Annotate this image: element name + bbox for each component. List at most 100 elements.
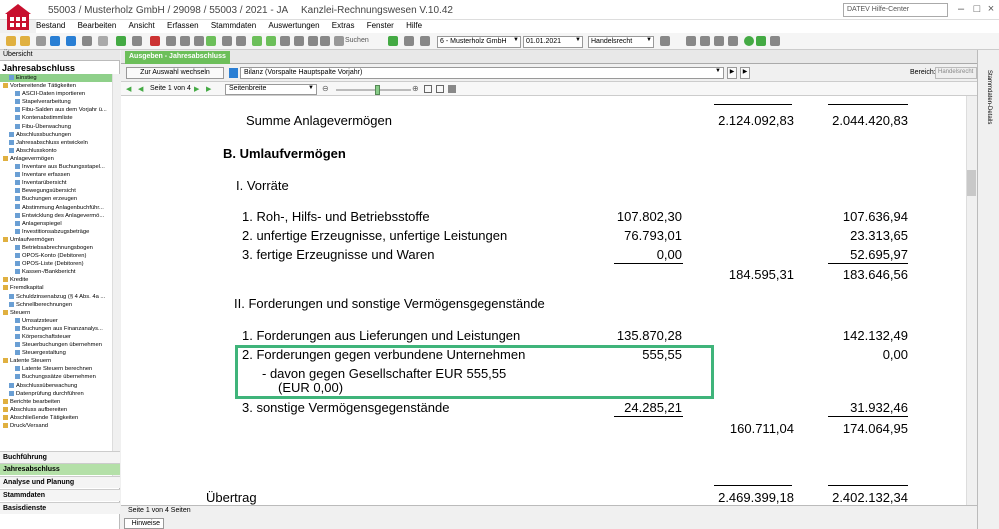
- zoom-select[interactable]: Seitenbreite ▼: [225, 84, 317, 95]
- tree-item[interactable]: Kredite: [0, 276, 112, 284]
- doc2-icon[interactable]: [714, 36, 724, 46]
- tree-item[interactable]: Latente Steuern berechnen: [0, 365, 112, 373]
- tree-item[interactable]: Bewegungsübersicht: [0, 187, 112, 195]
- tree-item[interactable]: Inventarübersicht: [0, 179, 112, 187]
- tree-item[interactable]: Betriebsabrechnungsbogen: [0, 244, 112, 252]
- tree-item[interactable]: Schnellberechnungen: [0, 301, 112, 309]
- tree-item[interactable]: Kontenabstimmliste: [0, 114, 112, 122]
- client-combo[interactable]: 6 - Musterholz GmbH ▼: [437, 36, 521, 48]
- first-page-icon[interactable]: ◀: [126, 85, 131, 93]
- tree-item[interactable]: Entwicklung des Anlagevermö...: [0, 212, 112, 220]
- tab-ausgeben-jahresabschluss[interactable]: Ausgeben - Jahresabschluss: [125, 51, 230, 64]
- save-icon[interactable]: [420, 36, 430, 46]
- tree-scrollbar[interactable]: [112, 74, 120, 488]
- zoom-slider-handle[interactable]: [375, 85, 380, 95]
- menu-stammdaten[interactable]: Stammdaten: [211, 20, 256, 31]
- doc-icon[interactable]: [320, 36, 330, 46]
- tree-item[interactable]: Buchungssätze übernehmen: [0, 373, 112, 381]
- tree-item[interactable]: Steuern: [0, 309, 112, 317]
- menu-bearbeiten[interactable]: Bearbeiten: [78, 20, 117, 31]
- tree-item[interactable]: Datenprüfung durchführen: [0, 390, 112, 398]
- stammdaten-details-tab[interactable]: Stammdaten-Details: [986, 70, 992, 124]
- help-center-search-input[interactable]: DATEV Hilfe-Center: [843, 3, 948, 17]
- tree-item[interactable]: Buchungen aus Finanzanalys...: [0, 325, 112, 333]
- paste-icon[interactable]: [194, 36, 204, 46]
- menu-bestand[interactable]: Bestand: [36, 20, 65, 31]
- tree-icon[interactable]: [404, 36, 414, 46]
- menu-ansicht[interactable]: Ansicht: [129, 20, 155, 31]
- tools-icon[interactable]: [728, 36, 738, 46]
- back-to-selection-button[interactable]: Zur Auswahl wechseln: [126, 67, 224, 79]
- tree-item[interactable]: Druck/Versand: [0, 422, 112, 430]
- tree-item[interactable]: Stapelverarbeitung: [0, 98, 112, 106]
- law-combo[interactable]: Handelsrecht ▼: [588, 36, 654, 48]
- search-label[interactable]: Suchen: [345, 37, 369, 44]
- view2-icon[interactable]: [266, 36, 276, 46]
- folder-icon[interactable]: [6, 36, 16, 46]
- nav-buchfuehrung[interactable]: Buchführung: [0, 451, 120, 463]
- nav-stammdaten[interactable]: Stammdaten: [0, 489, 120, 501]
- prev-page-icon[interactable]: ◀: [138, 85, 143, 93]
- menu-auswertungen[interactable]: Auswertungen: [268, 20, 319, 31]
- tree-item[interactable]: Abschließende Tätigkeiten: [0, 414, 112, 422]
- tree-item[interactable]: Abschluss aufbereiten: [0, 406, 112, 414]
- tree-item[interactable]: Schuldzinsenabzug (§ 4 Abs. 4a ...: [0, 293, 112, 301]
- status-icon[interactable]: [744, 36, 754, 46]
- tree-item[interactable]: Steuerbuchungen übernehmen: [0, 341, 112, 349]
- fit-width-icon[interactable]: [436, 85, 444, 93]
- print-icon[interactable]: [36, 36, 46, 46]
- list-icon[interactable]: [236, 36, 246, 46]
- copy-icon[interactable]: [180, 36, 190, 46]
- tree-item[interactable]: Berichte bearbeiten: [0, 398, 112, 406]
- bereich-select[interactable]: Handelsrecht: [935, 67, 977, 79]
- calc-icon[interactable]: [700, 36, 710, 46]
- menu-fenster[interactable]: Fenster: [367, 20, 394, 31]
- tree-item[interactable]: Abschlussüberwachung: [0, 382, 112, 390]
- date-combo[interactable]: 01.01.2021 ▼: [523, 36, 583, 48]
- tree-item[interactable]: Fremdkapital: [0, 284, 112, 292]
- mail-icon[interactable]: [756, 36, 766, 46]
- cut-icon[interactable]: [166, 36, 176, 46]
- phone-icon[interactable]: [116, 36, 126, 46]
- tree-item[interactable]: Anlagevermögen: [0, 155, 112, 163]
- settings-icon[interactable]: [98, 36, 108, 46]
- hinweise-tab[interactable]: Hinweise: [124, 518, 164, 529]
- edit-icon[interactable]: [132, 36, 142, 46]
- delete-icon[interactable]: [150, 36, 160, 46]
- zoom-in-icon[interactable]: ⊕: [412, 84, 419, 93]
- tree-item[interactable]: Einstieg: [0, 74, 112, 83]
- tree-item[interactable]: Jahresabschluss entwickeln: [0, 139, 112, 147]
- document-scrollbar[interactable]: [966, 96, 977, 505]
- refresh-icon[interactable]: [388, 36, 398, 46]
- print-preview-icon[interactable]: [448, 85, 456, 93]
- tree-item[interactable]: Inventare erfassen: [0, 171, 112, 179]
- nav-analyse-planung[interactable]: Analyse und Planung: [0, 476, 120, 488]
- tree-item[interactable]: Abstimmung Anlagenbuchführ...: [0, 204, 112, 212]
- tree-item[interactable]: Körperschaftsteuer: [0, 333, 112, 341]
- open-icon[interactable]: [20, 36, 30, 46]
- tree-item[interactable]: Latente Steuern: [0, 357, 112, 365]
- tree-item[interactable]: Buchungen erzeugen: [0, 195, 112, 203]
- forward-icon[interactable]: [66, 36, 76, 46]
- grid-icon[interactable]: [308, 36, 318, 46]
- report-select[interactable]: Bilanz (Vorspalte Hauptspalte Vorjahr) ▼: [240, 67, 724, 79]
- tree-item[interactable]: Anlagenspiegel: [0, 220, 112, 228]
- book-icon[interactable]: [686, 36, 696, 46]
- tree-item[interactable]: Vorbereitende Tätigkeiten: [0, 82, 112, 90]
- nav-jahresabschluss[interactable]: Jahresabschluss: [0, 463, 120, 475]
- fit-page-icon[interactable]: [424, 85, 432, 93]
- menu-hilfe[interactable]: Hilfe: [406, 20, 422, 31]
- view-icon[interactable]: [252, 36, 262, 46]
- tree-item[interactable]: Kassen-/Bankbericht: [0, 268, 112, 276]
- last-page-icon[interactable]: ▶: [206, 85, 211, 93]
- close-button[interactable]: ×: [982, 0, 999, 18]
- menu-extras[interactable]: Extras: [332, 20, 355, 31]
- tree-item[interactable]: OPOS-Liste (Debitoren): [0, 260, 112, 268]
- tree-item[interactable]: Umlaufvermögen: [0, 236, 112, 244]
- history-icon[interactable]: [280, 36, 290, 46]
- table-icon[interactable]: [294, 36, 304, 46]
- tree-item[interactable]: Fibu-Salden aus dem Vorjahr ü...: [0, 106, 112, 114]
- zoom-out-icon[interactable]: ⊖: [322, 84, 329, 93]
- nav-basisdienste[interactable]: Basisdienste: [0, 502, 120, 514]
- tree-item[interactable]: ASCII-Daten importieren: [0, 90, 112, 98]
